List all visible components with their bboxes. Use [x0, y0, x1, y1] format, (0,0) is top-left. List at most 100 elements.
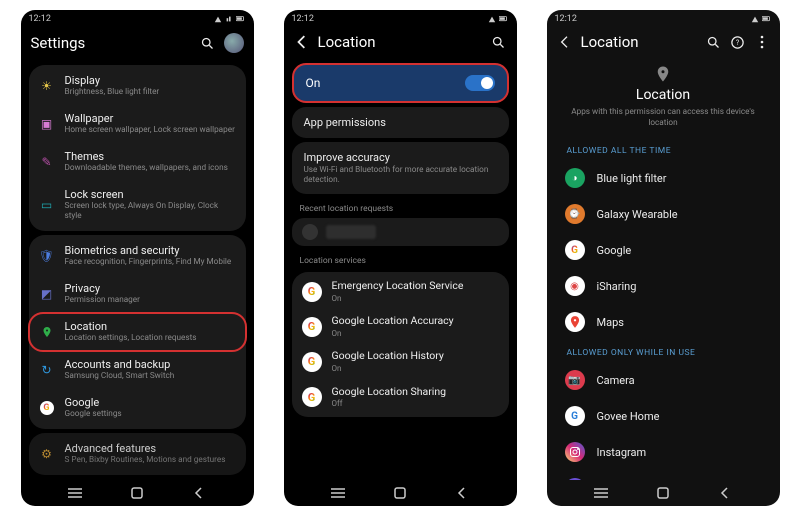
nav-back[interactable] — [190, 486, 208, 500]
status-bar: 12:12 — [21, 10, 254, 27]
settings-row-advanced[interactable]: ⚙ Advanced featuresS Pen, Bixby Routines… — [29, 435, 246, 473]
nav-home[interactable] — [654, 486, 672, 500]
recent-request-row[interactable] — [292, 218, 509, 246]
clock: 12:12 — [29, 14, 51, 24]
status-icons — [214, 15, 246, 23]
google-icon: G — [302, 282, 322, 302]
app-row-isharing[interactable]: ◉iSharing — [547, 268, 780, 304]
service-row-emergency[interactable]: G Emergency Location ServiceOn — [292, 274, 509, 309]
status-icons — [751, 15, 772, 23]
settings-group: ⚙ Advanced featuresS Pen, Bixby Routines… — [29, 433, 246, 475]
svg-text:?: ? — [736, 39, 739, 47]
settings-list: ☀ DisplayBrightness, Blue light filter ▣… — [21, 61, 254, 480]
wallpaper-icon: ▣ — [39, 116, 55, 132]
clock: 12:12 — [292, 14, 314, 24]
advanced-icon: ⚙ — [39, 446, 55, 462]
app-header: Location — [284, 27, 517, 59]
app-row-google[interactable]: GGoogle — [547, 232, 780, 268]
lock-icon: ▭ — [39, 197, 55, 213]
app-permissions-row[interactable]: App permissions — [292, 107, 509, 138]
app-header: Location ? — [547, 27, 780, 59]
google-icon: G — [565, 240, 585, 260]
app-row-govee[interactable]: GGovee Home — [547, 398, 780, 434]
app-row-samsung-internet[interactable]: 🌐Samsung Internet — [547, 470, 780, 480]
app-icon: ⌚ — [565, 204, 585, 224]
nav-bar — [547, 480, 780, 506]
permission-hero: Location Apps with this permission can a… — [547, 59, 780, 138]
instagram-icon — [565, 442, 585, 462]
app-row-camera[interactable]: 📷Camera — [547, 362, 780, 398]
help-icon[interactable]: ? — [730, 34, 746, 50]
phone-location-permission: 12:12 Location ? Location Apps with this… — [547, 10, 780, 506]
location-pin-icon — [654, 65, 672, 83]
improve-accuracy-row[interactable]: Improve accuracy Use Wi-Fi and Bluetooth… — [292, 142, 509, 194]
settings-row-wallpaper[interactable]: ▣ WallpaperHome screen wallpaper, Lock s… — [29, 105, 246, 143]
nav-recents[interactable] — [329, 486, 347, 500]
switch-on-icon[interactable] — [465, 75, 495, 91]
app-icon: ◑ — [565, 168, 585, 188]
nav-home[interactable] — [391, 486, 409, 500]
settings-row-privacy[interactable]: ◩ PrivacyPermission manager — [29, 275, 246, 313]
themes-icon: ✎ — [39, 154, 55, 170]
status-icons — [488, 15, 509, 23]
nav-back[interactable] — [716, 486, 734, 500]
search-icon[interactable] — [706, 34, 722, 50]
google-icon: G — [39, 400, 55, 416]
page-title: Location — [318, 33, 483, 51]
settings-row-biometrics[interactable]: 🛡 Biometrics and securityFace recognitio… — [29, 237, 246, 275]
page-title: Settings — [31, 34, 192, 52]
permission-desc: Apps with this permission can access thi… — [561, 107, 766, 128]
camera-icon: 📷 — [565, 370, 585, 390]
settings-row-location[interactable]: LocationLocation settings, Location requ… — [29, 313, 246, 351]
settings-row-themes[interactable]: ✎ ThemesDownloadable themes, wallpapers,… — [29, 143, 246, 181]
app-icon: G — [565, 406, 585, 426]
settings-group: 🛡 Biometrics and securityFace recognitio… — [29, 235, 246, 429]
permission-title: Location — [636, 87, 690, 103]
nav-recents[interactable] — [66, 486, 84, 500]
settings-row-google[interactable]: G GoogleGoogle settings — [29, 389, 246, 427]
app-row-wearable[interactable]: ⌚Galaxy Wearable — [547, 196, 780, 232]
location-master-toggle[interactable]: On — [292, 63, 509, 103]
nav-back[interactable] — [453, 486, 471, 500]
settings-row-accounts[interactable]: ↻ Accounts and backupSamsung Cloud, Smar… — [29, 351, 246, 389]
blurred-text — [326, 225, 376, 239]
nav-recents[interactable] — [592, 486, 610, 500]
nav-bar — [284, 480, 517, 506]
toggle-label: On — [306, 76, 321, 90]
google-icon: G — [302, 387, 322, 407]
app-row-maps[interactable]: Maps — [547, 304, 780, 340]
service-row-history[interactable]: G Google Location HistoryOn — [292, 344, 509, 379]
avatar[interactable] — [224, 33, 244, 53]
phone-location-settings: 12:12 Location On App permissions Improv… — [284, 10, 517, 506]
app-icon: ◉ — [565, 276, 585, 296]
location-content: On App permissions Improve accuracy Use … — [284, 59, 517, 480]
service-row-accuracy[interactable]: G Google Location AccuracyOn — [292, 309, 509, 344]
nav-bar — [21, 480, 254, 506]
section-services: Location services — [290, 250, 511, 268]
phone-settings: 12:12 Settings ☀ DisplayBrightness, Blue… — [21, 10, 254, 506]
sync-icon: ↻ — [39, 362, 55, 378]
more-icon[interactable] — [754, 34, 770, 50]
app-row-bluelight[interactable]: ◑Blue light filter — [547, 160, 780, 196]
settings-row-lockscreen[interactable]: ▭ Lock screenScreen lock type, Always On… — [29, 181, 246, 229]
status-bar: 12:12 — [284, 10, 517, 27]
page-title: Location — [581, 33, 698, 51]
search-icon[interactable] — [200, 35, 216, 51]
back-icon[interactable] — [557, 34, 573, 50]
service-row-sharing[interactable]: G Google Location SharingOff — [292, 380, 509, 415]
services-list: G Emergency Location ServiceOn G Google … — [292, 272, 509, 417]
app-header: Settings — [21, 27, 254, 61]
app-row-instagram[interactable]: Instagram — [547, 434, 780, 470]
back-icon[interactable] — [294, 34, 310, 50]
search-icon[interactable] — [491, 34, 507, 50]
settings-row-display[interactable]: ☀ DisplayBrightness, Blue light filter — [29, 67, 246, 105]
sun-icon: ☀ — [39, 78, 55, 94]
location-icon — [39, 324, 55, 340]
clock: 12:12 — [555, 14, 577, 24]
nav-home[interactable] — [128, 486, 146, 500]
settings-group: ☀ DisplayBrightness, Blue light filter ▣… — [29, 65, 246, 231]
google-icon: G — [302, 317, 322, 337]
section-recent: Recent location requests — [290, 198, 511, 216]
section-allowed-all: ALLOWED ALL THE TIME — [547, 138, 780, 160]
maps-icon — [565, 312, 585, 332]
